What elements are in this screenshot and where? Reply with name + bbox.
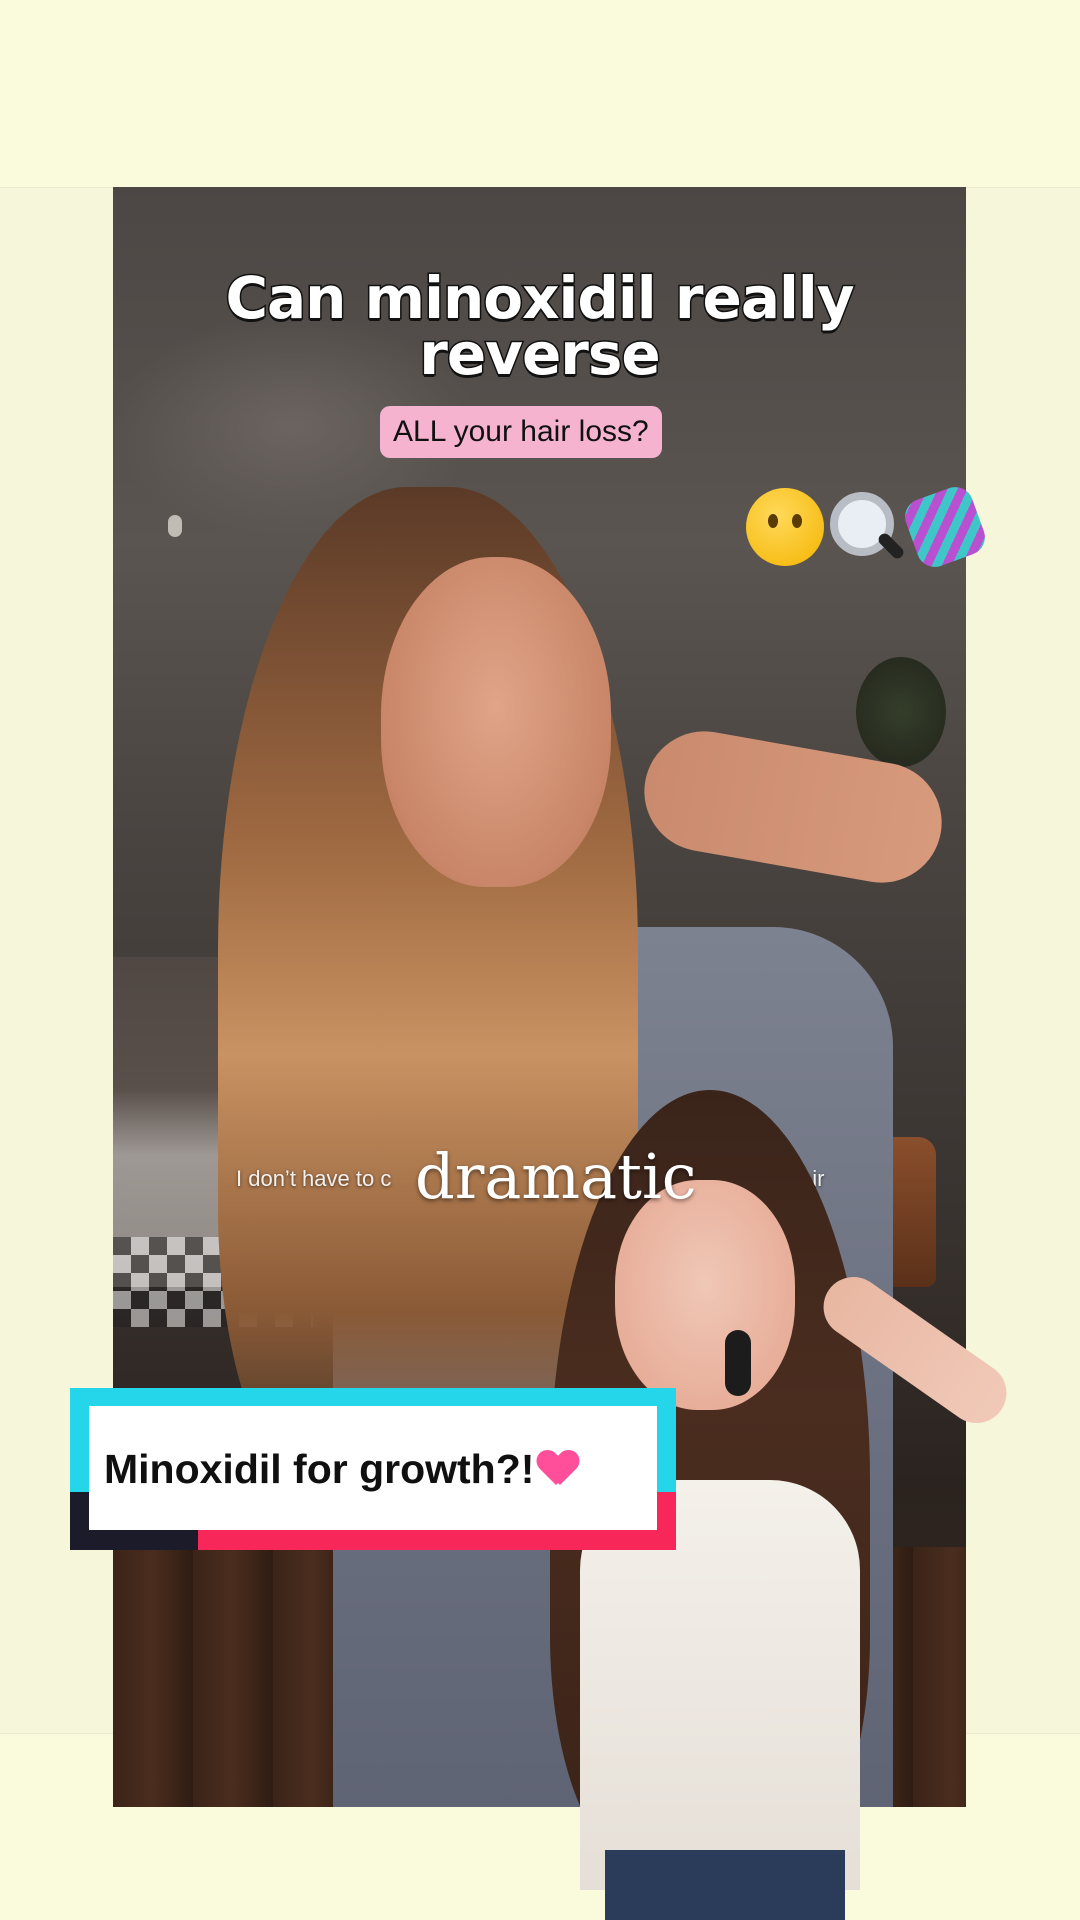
microphone-icon (725, 1330, 751, 1396)
presenter-jeans (605, 1850, 845, 1920)
wall-lamp (168, 515, 182, 537)
dna-icon (900, 482, 990, 572)
plant (856, 657, 946, 767)
sparkling-heart-icon (538, 1451, 578, 1487)
magnifying-glass-icon (826, 488, 904, 566)
headline-line-2: reverse (418, 320, 663, 388)
headline-line-1: Can minoxidil really (224, 264, 856, 332)
banner-title: Minoxidil for growth?! (104, 1440, 578, 1498)
subheadline-pill: ALL your hair loss? (380, 406, 662, 458)
presenter-face (615, 1180, 795, 1410)
emoji-row (746, 482, 996, 578)
thinking-face-icon (746, 488, 824, 566)
emphasis-caption: dramatic (415, 1140, 697, 1213)
headline: Can minoxidil really reverse (113, 264, 966, 388)
banner-title-text: Minoxidil for growth?! (104, 1446, 535, 1492)
spoken-caption-left: I don’t have to c (236, 1166, 392, 1191)
creator-face (381, 557, 611, 887)
page: Can minoxidil really reverse ALL your ha… (0, 0, 1080, 1920)
